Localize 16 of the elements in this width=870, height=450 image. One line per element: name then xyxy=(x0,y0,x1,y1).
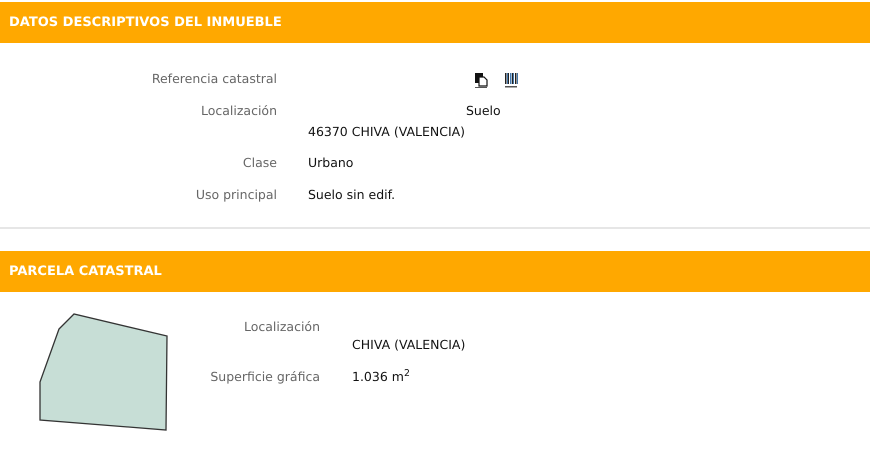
barcode-icon[interactable] xyxy=(504,72,518,88)
section-header: DATOS DESCRIPTIVOS DEL INMUEBLE xyxy=(0,2,870,43)
value-text: 1.036 m$^{2}$ xyxy=(352,368,410,386)
copy-document-icon[interactable] xyxy=(474,72,488,88)
section-header: PARCELA CATASTRAL xyxy=(0,250,870,292)
value-text: Suelo xyxy=(465,102,501,120)
field-label: Uso principal xyxy=(194,186,277,204)
value-text: CHIVA (VALENCIA) xyxy=(352,336,466,354)
value-text: 46370 CHIVA (VALENCIA) xyxy=(308,122,466,140)
field-label: Superficie gráfica xyxy=(209,368,320,386)
field-label: Referencia catastral xyxy=(150,70,277,88)
field-label: Localización xyxy=(200,102,277,120)
field-label: Localización xyxy=(242,318,320,336)
value-text: Urbano xyxy=(308,154,354,172)
value-text: Suelo sin edif. xyxy=(308,186,396,204)
field-label: Clase xyxy=(242,154,277,172)
